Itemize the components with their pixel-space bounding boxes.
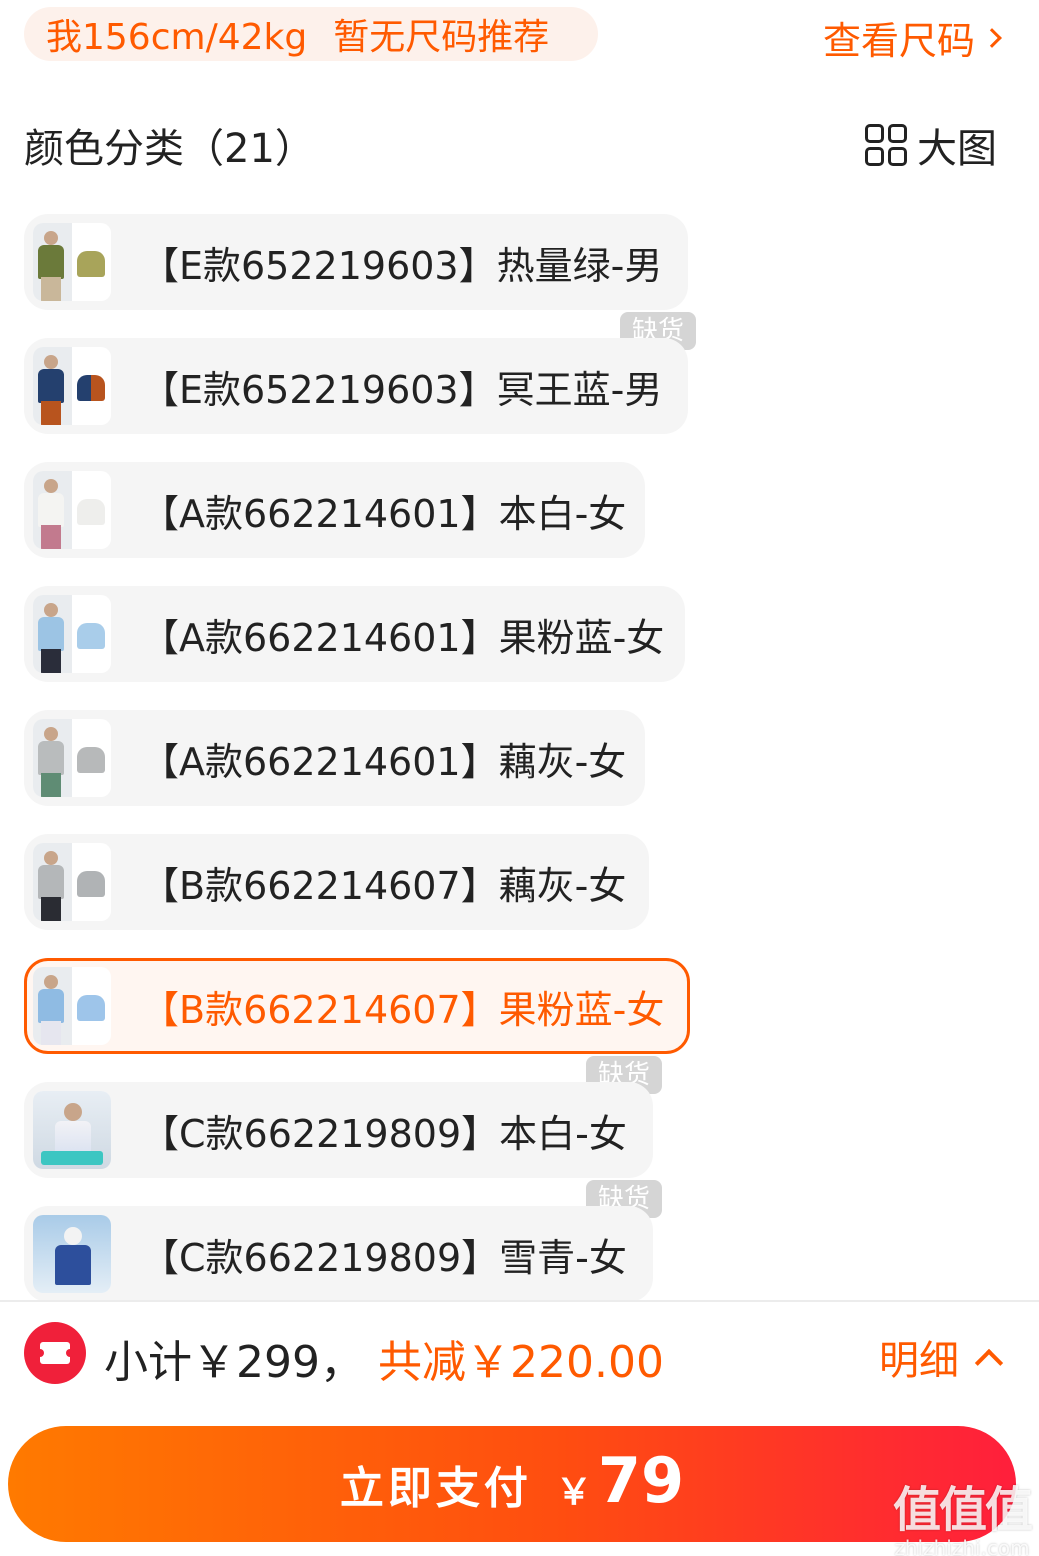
color-option-0[interactable]: 【E款652219603】热量绿-男	[24, 214, 688, 310]
pay-amount: 79	[597, 1443, 685, 1517]
watermark-url: zhizhizhi.com	[894, 1536, 1030, 1556]
product-thumbnail	[33, 967, 111, 1045]
product-thumbnail	[33, 595, 111, 673]
order-summary-bar: 小计￥299， 共减￥220.00 明细	[0, 1302, 1039, 1412]
color-option-5[interactable]: 【B款662214607】藕灰-女	[24, 834, 649, 930]
color-option-label: 【A款662214601】果粉蓝-女	[141, 615, 665, 660]
size-recommendation-text: 暂无尺码推荐	[333, 17, 550, 58]
size-chart-label: 查看尺码	[822, 19, 975, 63]
body-info-text: 我156cm/42kg	[46, 17, 308, 58]
color-option-label: 【C款662219809】雪青-女	[141, 1235, 627, 1280]
product-thumbnail	[33, 471, 111, 549]
size-recommendation-bar: 我156cm/42kg 暂无尺码推荐 查看尺码	[0, 0, 1039, 70]
color-section-title: 颜色分类（21）	[24, 126, 315, 172]
subtotal-text: 小计￥299，	[104, 1337, 364, 1388]
color-option-8[interactable]: 【C款662219809】雪青-女	[24, 1206, 653, 1302]
product-thumbnail	[33, 347, 111, 425]
chevron-up-icon	[974, 1348, 1004, 1378]
discount-text: 共减￥220.00	[378, 1337, 664, 1388]
color-option-label: 【C款662219809】本白-女	[141, 1111, 627, 1156]
color-option-4[interactable]: 【A款662214601】藕灰-女	[24, 710, 645, 806]
product-thumbnail	[33, 223, 111, 301]
color-option-1[interactable]: 【E款652219603】冥王蓝-男	[24, 338, 688, 434]
color-option-label: 【A款662214601】本白-女	[141, 491, 627, 536]
price-detail-toggle[interactable]: 明细	[879, 1328, 1004, 1386]
big-view-toggle[interactable]: 大图	[865, 116, 997, 174]
color-option-label: 【A款662214601】藕灰-女	[141, 739, 627, 784]
color-option-2[interactable]: 【A款662214601】本白-女	[24, 462, 645, 558]
chevron-right-icon	[982, 27, 1002, 48]
watermark-logo-text: 值值值	[892, 1482, 1033, 1538]
pay-now-button[interactable]: 立即支付 ￥ 79	[8, 1426, 1016, 1542]
price-detail-label: 明细	[879, 1338, 959, 1384]
site-watermark: 值值值 zhizhizhi.com	[892, 1470, 1033, 1556]
color-option-7[interactable]: 【C款662219809】本白-女	[24, 1082, 653, 1178]
size-chart-link[interactable]: 查看尺码	[822, 10, 1002, 65]
color-option-6-selected[interactable]: 【B款662214607】果粉蓝-女	[24, 958, 690, 1054]
color-option-3[interactable]: 【A款662214601】果粉蓝-女	[24, 586, 685, 682]
product-thumbnail	[33, 719, 111, 797]
grid-view-icon	[865, 124, 907, 166]
pay-now-label: 立即支付	[339, 1463, 532, 1514]
size-recommendation-pill[interactable]: 我156cm/42kg 暂无尺码推荐	[24, 7, 598, 61]
color-option-label: 【E款652219603】冥王蓝-男	[141, 367, 663, 412]
coupon-icon	[24, 1322, 86, 1384]
product-thumbnail	[33, 1215, 111, 1293]
product-thumbnail	[33, 1091, 111, 1169]
big-view-label: 大图	[917, 126, 997, 172]
color-option-label: 【B款662214607】果粉蓝-女	[141, 987, 665, 1032]
color-option-label: 【B款662214607】藕灰-女	[141, 863, 627, 908]
color-option-label: 【E款652219603】热量绿-男	[141, 243, 663, 288]
product-thumbnail	[33, 843, 111, 921]
pay-currency-symbol: ￥	[555, 1472, 592, 1513]
